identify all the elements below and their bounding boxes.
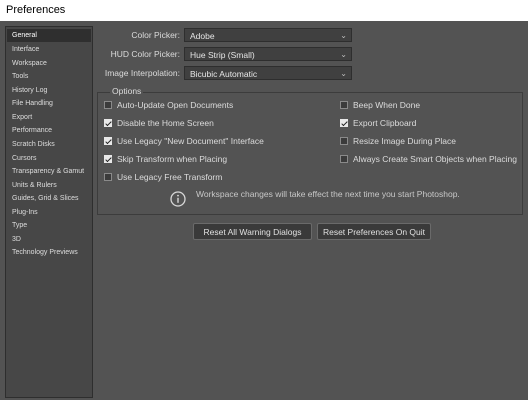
chevron-down-icon: ⌄ <box>340 69 347 78</box>
chevron-down-icon: ⌄ <box>340 50 347 59</box>
title-bar: Preferences <box>0 0 528 21</box>
options-title: Options <box>110 86 144 96</box>
image-interpolation-label: Image Interpolation: <box>104 68 180 78</box>
workspace-notice: Workspace changes will take effect the n… <box>196 189 460 199</box>
sidebar-item-guides-grid-slices[interactable]: Guides, Grid & Slices <box>7 192 91 205</box>
chevron-down-icon: ⌄ <box>340 31 347 40</box>
sidebar-item-3d[interactable]: 3D <box>7 233 91 246</box>
hud-color-picker-select[interactable]: Hue Strip (Small) ⌄ <box>184 47 352 61</box>
window-title: Preferences <box>6 4 66 16</box>
legacy-new-document-label: Use Legacy "New Document" Interface <box>117 136 264 146</box>
sidebar-item-tools[interactable]: Tools <box>7 70 91 83</box>
smart-objects-label: Always Create Smart Objects when Placing <box>353 154 517 164</box>
sidebar-item-file-handling[interactable]: File Handling <box>7 97 91 110</box>
resize-image-checkbox[interactable] <box>340 137 348 145</box>
resize-image-label: Resize Image During Place <box>353 136 456 146</box>
sidebar-item-units-rulers[interactable]: Units & Rulers <box>7 179 91 192</box>
color-picker-select[interactable]: Adobe ⌄ <box>184 28 352 42</box>
hud-color-picker-label: HUD Color Picker: <box>110 49 180 59</box>
hud-color-picker-value: Hue Strip (Small) <box>190 50 255 60</box>
reset-warning-dialogs-button[interactable]: Reset All Warning Dialogs <box>193 223 312 240</box>
auto-update-label: Auto-Update Open Documents <box>117 100 234 110</box>
beep-when-done-checkbox[interactable] <box>340 101 348 109</box>
sidebar-item-performance[interactable]: Performance <box>7 124 91 137</box>
export-clipboard-label: Export Clipboard <box>353 118 417 128</box>
skip-transform-checkbox[interactable] <box>104 155 112 163</box>
info-icon <box>170 191 186 207</box>
reset-preferences-button[interactable]: Reset Preferences On Quit <box>317 223 431 240</box>
export-clipboard-checkbox[interactable] <box>340 119 348 127</box>
auto-update-checkbox[interactable] <box>104 101 112 109</box>
legacy-free-transform-label: Use Legacy Free Transform <box>117 172 223 182</box>
color-picker-value: Adobe <box>190 31 215 41</box>
image-interpolation-select[interactable]: Bicubic Automatic ⌄ <box>184 66 352 80</box>
sidebar-item-type[interactable]: Type <box>7 219 91 232</box>
legacy-new-document-checkbox[interactable] <box>104 137 112 145</box>
color-picker-label: Color Picker: <box>131 30 180 40</box>
skip-transform-label: Skip Transform when Placing <box>117 154 228 164</box>
sidebar-item-interface[interactable]: Interface <box>7 43 91 56</box>
beep-when-done-label: Beep When Done <box>353 100 421 110</box>
sidebar-item-technology-previews[interactable]: Technology Previews <box>7 246 91 259</box>
sidebar-item-workspace[interactable]: Workspace <box>7 57 91 70</box>
disable-home-screen-checkbox[interactable] <box>104 119 112 127</box>
sidebar-item-export[interactable]: Export <box>7 111 91 124</box>
sidebar-item-scratch-disks[interactable]: Scratch Disks <box>7 138 91 151</box>
sidebar-item-transparency-gamut[interactable]: Transparency & Gamut <box>7 165 91 178</box>
sidebar-item-cursors[interactable]: Cursors <box>7 152 91 165</box>
sidebar-item-general[interactable]: General <box>7 29 91 42</box>
sidebar-item-plug-ins[interactable]: Plug-Ins <box>7 206 91 219</box>
disable-home-screen-label: Disable the Home Screen <box>117 118 214 128</box>
image-interpolation-value: Bicubic Automatic <box>190 69 258 79</box>
sidebar-item-history-log[interactable]: History Log <box>7 84 91 97</box>
preferences-sidebar: General Interface Workspace Tools Histor… <box>5 26 93 398</box>
legacy-free-transform-checkbox[interactable] <box>104 173 112 181</box>
smart-objects-checkbox[interactable] <box>340 155 348 163</box>
